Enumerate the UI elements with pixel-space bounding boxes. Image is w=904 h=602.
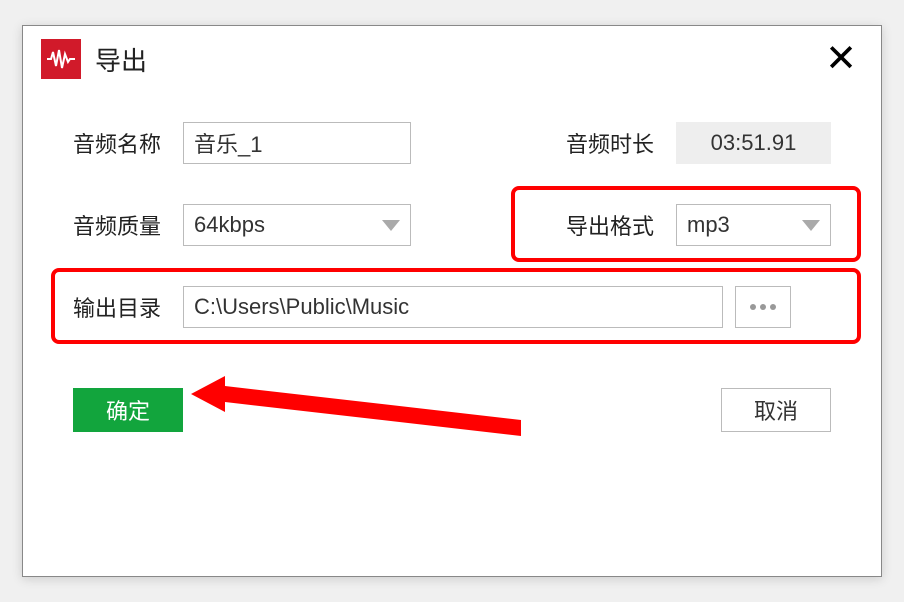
ellipsis-icon bbox=[750, 304, 756, 310]
format-label: 导出格式 bbox=[566, 209, 676, 241]
dialog-title: 导出 bbox=[95, 41, 819, 78]
format-select[interactable]: mp3 bbox=[676, 204, 831, 246]
format-value: mp3 bbox=[687, 212, 730, 238]
ellipsis-icon bbox=[770, 304, 776, 310]
cancel-button[interactable]: 取消 bbox=[721, 388, 831, 432]
duration-value: 03:51.91 bbox=[676, 122, 831, 164]
row-name-duration: 音频名称 音频时长 03:51.91 bbox=[73, 122, 831, 164]
quality-select[interactable]: 64kbps bbox=[183, 204, 411, 246]
output-path-input[interactable] bbox=[183, 286, 723, 328]
close-button[interactable]: ✕ bbox=[819, 40, 863, 78]
audio-name-input[interactable] bbox=[183, 122, 411, 164]
row-output: 输出目录 bbox=[73, 286, 831, 328]
audio-name-label: 音频名称 bbox=[73, 127, 183, 159]
quality-label: 音频质量 bbox=[73, 209, 183, 241]
duration-label: 音频时长 bbox=[566, 127, 676, 159]
quality-value: 64kbps bbox=[194, 212, 265, 238]
dialog-footer: 确定 取消 bbox=[23, 368, 881, 432]
dialog-content: 音频名称 音频时长 03:51.91 音频质量 64kbps 导出格式 mp3 bbox=[23, 92, 881, 328]
titlebar: 导出 ✕ bbox=[23, 26, 881, 92]
chevron-down-icon bbox=[382, 212, 400, 238]
browse-button[interactable] bbox=[735, 286, 791, 328]
app-icon bbox=[41, 39, 81, 79]
ok-button[interactable]: 确定 bbox=[73, 388, 183, 432]
row-quality-format: 音频质量 64kbps 导出格式 mp3 bbox=[73, 204, 831, 246]
arrow-annotation bbox=[191, 370, 531, 440]
output-label: 输出目录 bbox=[73, 291, 183, 323]
export-dialog: 导出 ✕ 音频名称 音频时长 03:51.91 音频质量 64kbps 导出格式… bbox=[22, 25, 882, 577]
ellipsis-icon bbox=[760, 304, 766, 310]
chevron-down-icon bbox=[802, 212, 820, 238]
